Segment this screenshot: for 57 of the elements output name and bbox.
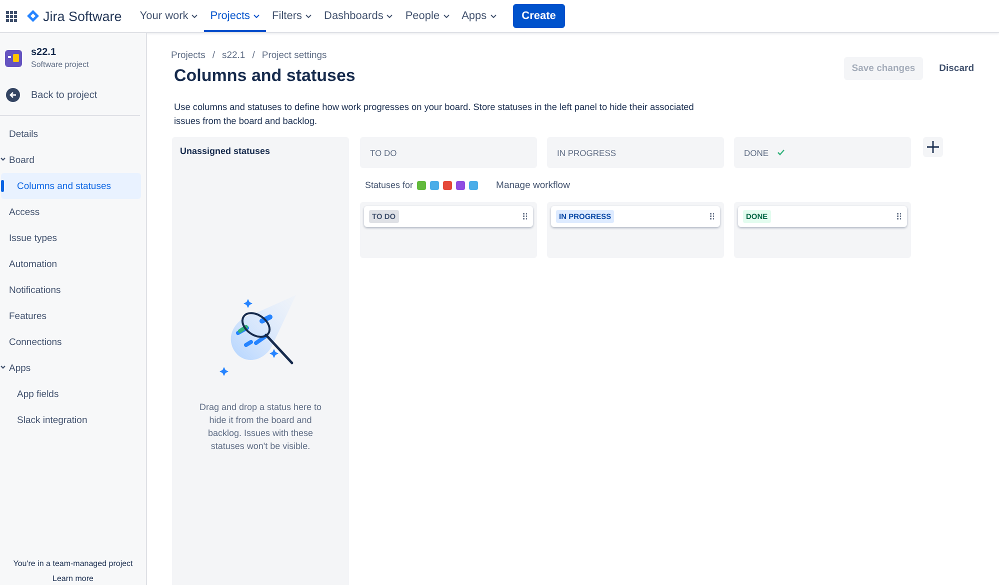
breadcrumb-separator: /: [212, 50, 215, 61]
statuses-for-label: Statuses for: [365, 180, 414, 190]
chevron-down-icon: [0, 365, 6, 370]
panel-title: Unassigned statuses: [179, 145, 272, 158]
sidebar-item[interactable]: Details: [0, 121, 146, 147]
breadcrumb-link[interactable]: Projects: [171, 50, 206, 61]
app-grid-icon[interactable]: [6, 10, 17, 22]
diamond-logo-icon: [27, 10, 39, 22]
back-link[interactable]: Back to project: [0, 86, 146, 104]
drag-handle-icon[interactable]: [523, 213, 527, 220]
breadcrumb-link[interactable]: Project settings: [262, 50, 327, 61]
learn-more-link[interactable]: Learn more: [52, 574, 94, 583]
sidebar-item[interactable]: Features: [0, 303, 146, 329]
sidebar-item[interactable]: App fields: [1, 381, 141, 407]
nav-menu[interactable]: People: [399, 0, 456, 32]
footer-note: You're in a team-managed project: [12, 559, 134, 568]
add-column-button[interactable]: [923, 137, 943, 157]
project-name: s22.1: [31, 47, 58, 58]
column-header[interactable]: TO DO: [360, 137, 537, 168]
sidebar-item[interactable]: Apps: [0, 355, 146, 381]
empty-state-message: Drag and drop a status here to hide it from the board and backlog. Issues with these statuses won't be visible.: [198, 401, 323, 453]
sidebar-item[interactable]: Issue types: [0, 225, 146, 251]
checkmark-icon: [776, 149, 785, 156]
chevron-down-icon: [191, 14, 198, 18]
chevron-down-icon: [305, 14, 312, 18]
sidebar-item[interactable]: Slack integration: [1, 407, 141, 433]
chevron-down-icon: [253, 14, 260, 18]
sidebar-item[interactable]: Access: [0, 199, 146, 225]
column-header[interactable]: DONE: [734, 137, 911, 168]
create-button[interactable]: Create: [512, 4, 565, 28]
column-header[interactable]: IN PROGRESS: [547, 137, 724, 168]
plus-icon: [927, 141, 939, 153]
sidebar-item[interactable]: Connections: [0, 329, 146, 355]
drag-handle-icon[interactable]: [897, 213, 901, 220]
drag-handle-icon[interactable]: [710, 213, 714, 220]
nav-menu[interactable]: Filters: [266, 0, 318, 32]
sidebar-item[interactable]: Notifications: [0, 277, 146, 303]
product-name[interactable]: Jira Software: [43, 8, 122, 24]
manage-workflow-link[interactable]: Manage workflow: [496, 180, 570, 190]
chevron-down-icon: [386, 14, 394, 18]
action-button[interactable]: Discard: [931, 57, 982, 80]
page-title: Columns and statuses: [174, 66, 356, 86]
sidebar-item[interactable]: Columns and statuses: [1, 173, 141, 199]
page-description: Use columns and statuses to define how work progresses on your board. Store statuses in the left panel to hide their associated issues from the board and backlog.: [174, 101, 695, 128]
sidebar-item[interactable]: Board: [0, 147, 146, 173]
project-avatar-icon: [5, 50, 22, 66]
nav-menu[interactable]: Projects: [204, 0, 266, 32]
breadcrumb-link[interactable]: s22.1: [222, 50, 246, 61]
breadcrumb-separator: /: [252, 50, 255, 61]
sidebar-item[interactable]: Automation: [0, 251, 146, 277]
nav-menu[interactable]: Your work: [134, 0, 204, 32]
project-type: Software project: [31, 60, 89, 69]
chevron-down-icon: [0, 157, 6, 162]
chevron-down-icon: [490, 14, 497, 18]
nav-menu[interactable]: Dashboards: [318, 0, 400, 32]
nav-menu[interactable]: Apps: [456, 0, 503, 32]
chevron-down-icon: [442, 14, 450, 18]
